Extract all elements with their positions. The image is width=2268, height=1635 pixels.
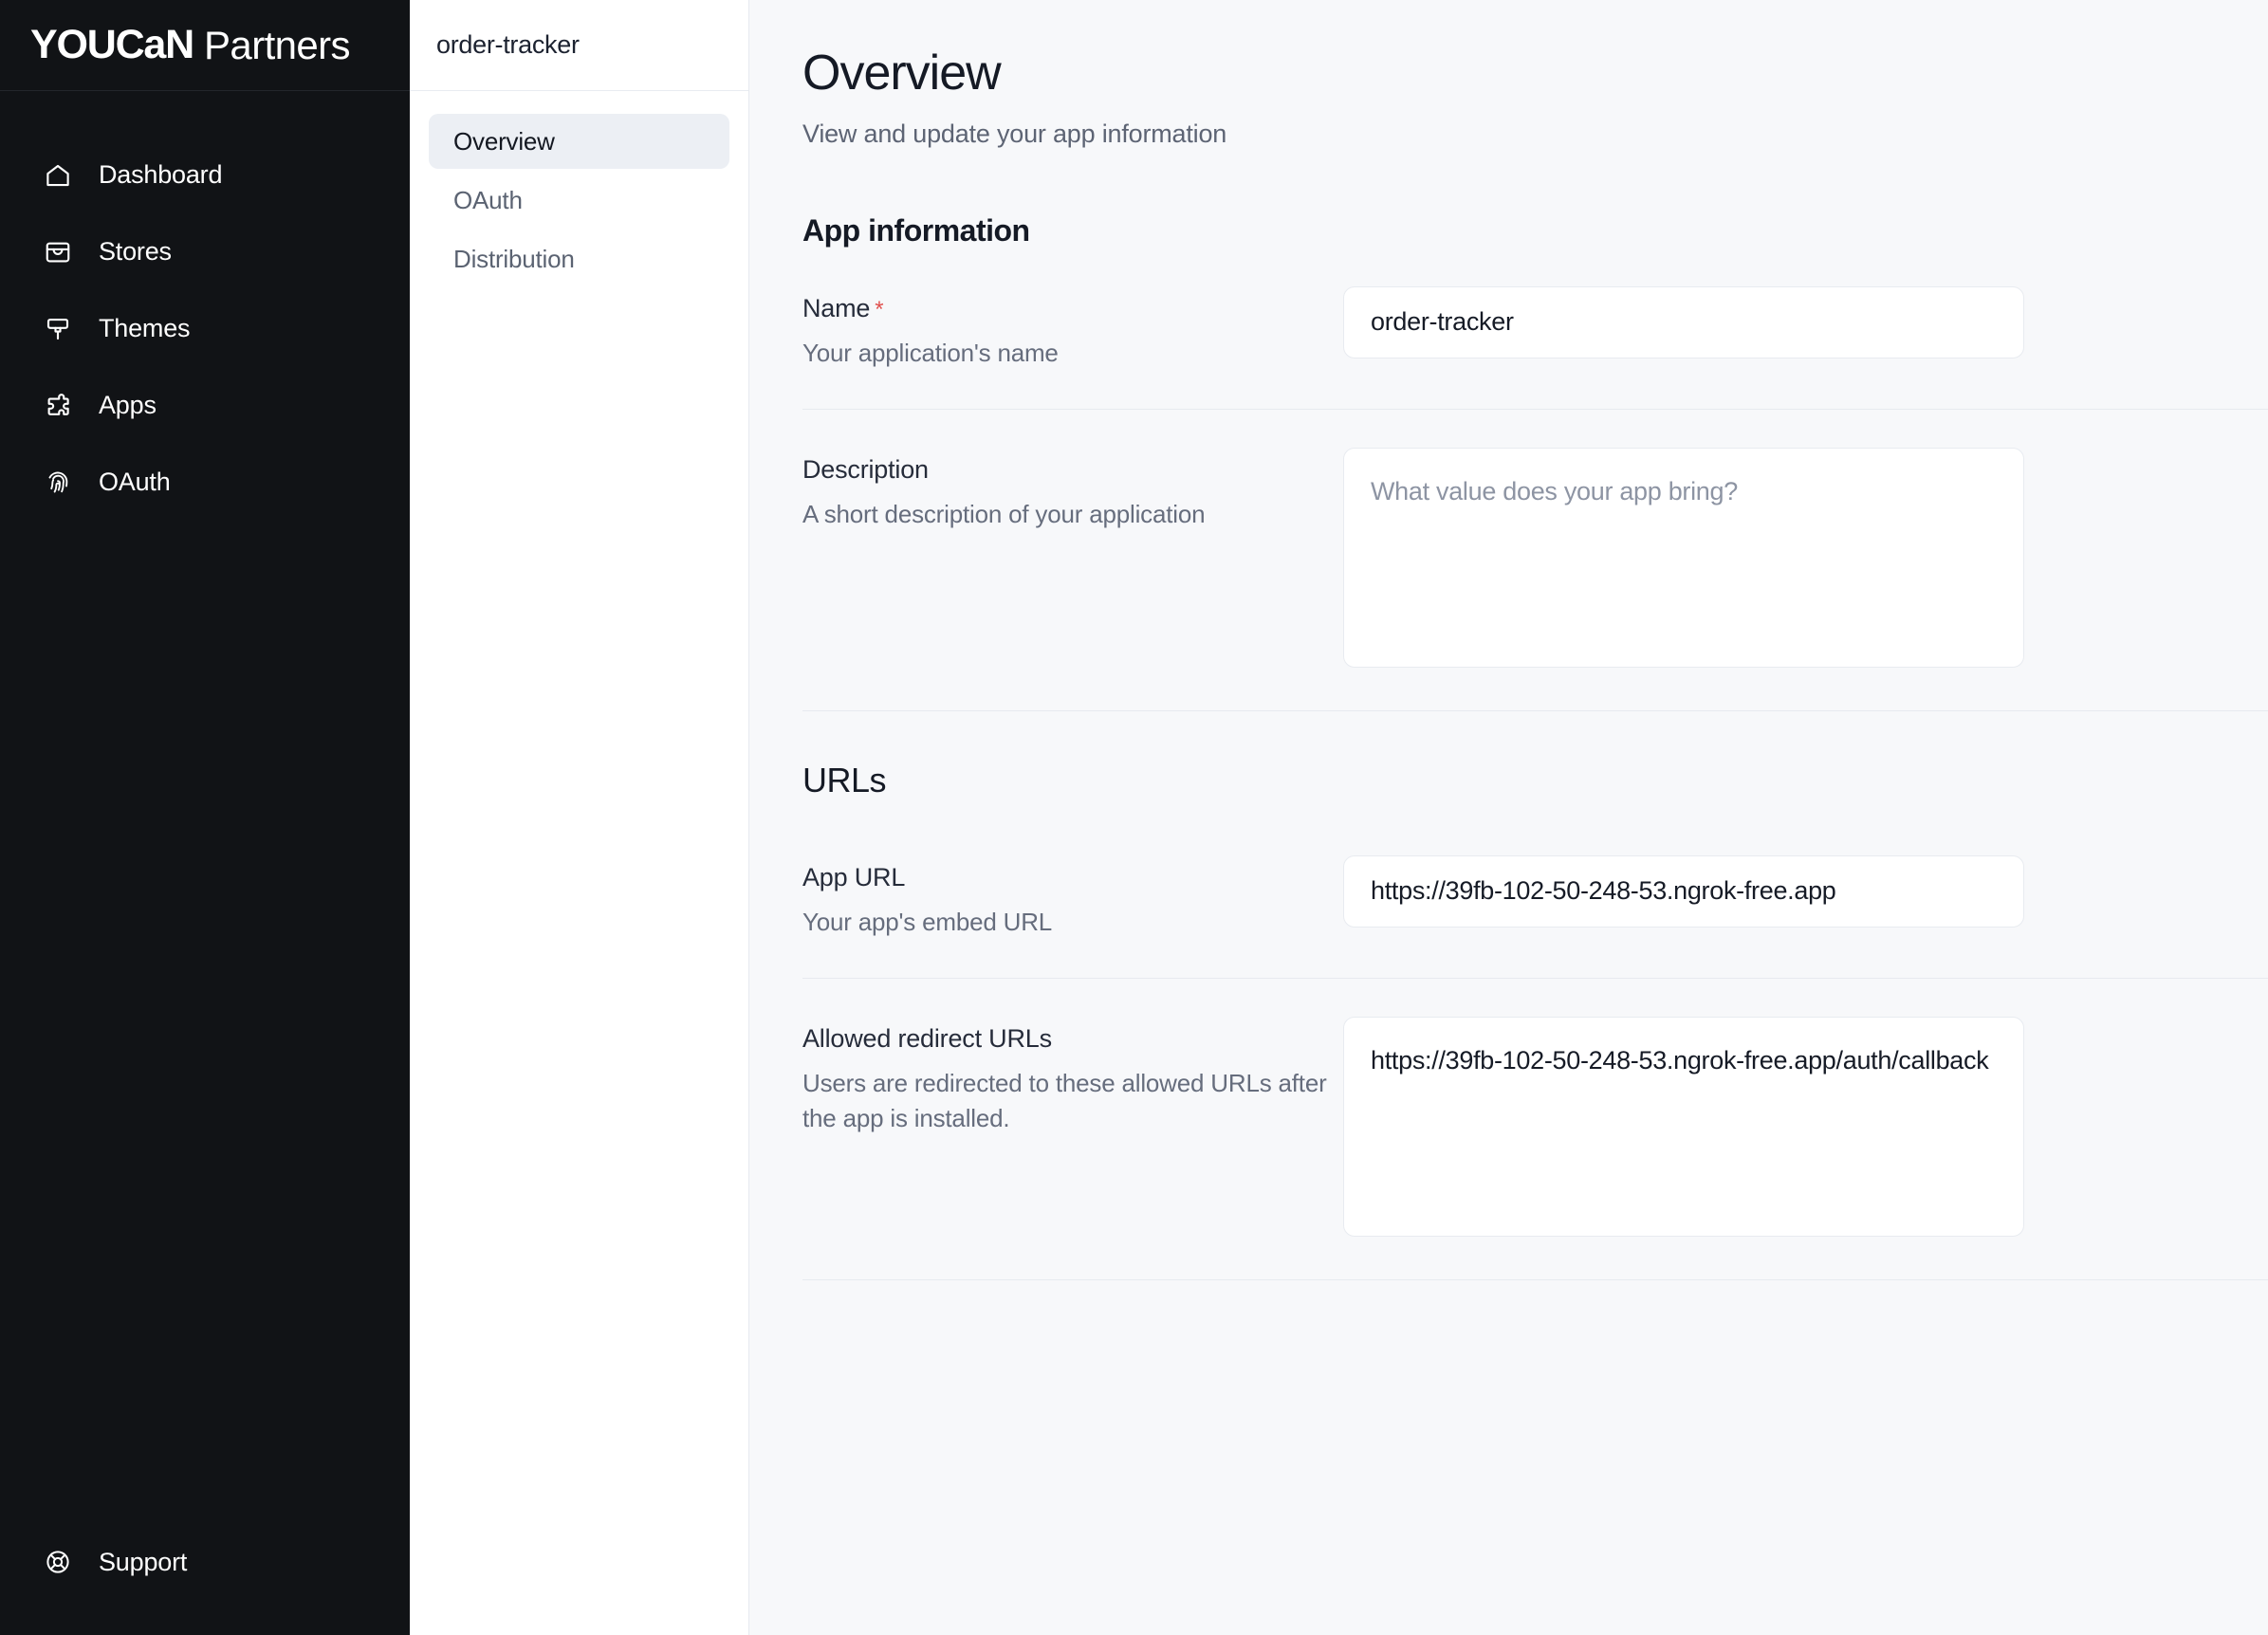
sidebar-footer: Support — [0, 1529, 410, 1635]
app-root: YOUCaN Partners Dashboard Stores Themes … — [0, 0, 2268, 1635]
app-name-title: order-tracker — [436, 30, 580, 59]
field-meta-app-url: App URL Your app's embed URL — [802, 855, 1343, 940]
redirect-urls-textarea[interactable] — [1343, 1016, 2024, 1237]
lifebuoy-icon — [44, 1548, 72, 1576]
sidebar-nav: Dashboard Stores Themes Apps OAuth — [0, 91, 410, 1529]
sidebar-item-label: Apps — [99, 391, 157, 419]
field-meta-name: Name * Your application's name — [802, 286, 1343, 371]
brand-mark-text: YOUCaN — [30, 22, 194, 67]
main-content: Overview View and update your app inform… — [749, 0, 2268, 1635]
page-subtitle: View and update your app information — [802, 119, 1227, 148]
main-inner: Overview View and update your app inform… — [749, 46, 2268, 1280]
name-input[interactable] — [1343, 285, 2024, 358]
subnav-item-label: Distribution — [453, 244, 575, 273]
secondary-sidebar: order-tracker Overview OAuth Distributio… — [410, 0, 749, 1635]
field-hint-redirect-urls: Users are redirected to these allowed UR… — [802, 1068, 1327, 1132]
sidebar-item-label: Dashboard — [99, 160, 223, 189]
primary-sidebar: YOUCaN Partners Dashboard Stores Themes … — [0, 0, 410, 1635]
subnav-item-label: Overview — [453, 126, 555, 156]
field-label-name: Name * — [802, 294, 1343, 323]
brand-sub-text: Partners — [204, 22, 351, 67]
field-label-app-url: App URL — [802, 862, 906, 891]
field-label-description: Description — [802, 454, 929, 484]
field-hint-description: A short description of your application — [802, 499, 1206, 528]
subnav-item-overview[interactable]: Overview — [429, 114, 729, 169]
brand-logo[interactable]: YOUCaN Partners — [0, 0, 410, 91]
sidebar-item-oauth[interactable]: OAuth — [0, 444, 410, 521]
field-label-redirect-urls: Allowed redirect URLs — [802, 1023, 1052, 1053]
urls-heading-wrap: URLs — [802, 761, 2268, 818]
page-title: Overview — [802, 46, 1002, 101]
subnav-item-oauth[interactable]: OAuth — [429, 173, 729, 228]
sidebar-item-apps[interactable]: Apps — [0, 367, 410, 444]
sidebar-item-label: OAuth — [99, 468, 171, 496]
section-heading-app-information: App information — [802, 212, 1030, 248]
field-label-text: Name — [802, 293, 871, 322]
subnav-header: order-tracker — [410, 0, 748, 91]
subnav-list: Overview OAuth Distribution — [410, 91, 748, 286]
field-control-redirect-urls — [1343, 1016, 2024, 1241]
urls-section: URLs App URL Your app's embed URL Allowe — [802, 761, 2268, 1280]
field-meta-redirect-urls: Allowed redirect URLs Users are redirect… — [802, 1017, 1343, 1136]
description-textarea[interactable] — [1343, 447, 2024, 668]
field-row-app-url: App URL Your app's embed URL — [802, 818, 2268, 979]
field-row-name: Name * Your application's name — [802, 248, 2268, 410]
fingerprint-icon — [44, 468, 72, 497]
field-hint-app-url: Your app's embed URL — [802, 907, 1053, 936]
field-row-redirect-urls: Allowed redirect URLs Users are redirect… — [802, 979, 2268, 1280]
sidebar-item-themes[interactable]: Themes — [0, 290, 410, 367]
subnav-item-label: OAuth — [453, 185, 523, 214]
required-asterisk: * — [875, 296, 884, 322]
field-control-app-url — [1343, 854, 2024, 928]
app-url-input[interactable] — [1343, 854, 2024, 928]
home-icon — [44, 161, 72, 190]
sidebar-item-stores[interactable]: Stores — [0, 213, 410, 290]
sidebar-item-dashboard[interactable]: Dashboard — [0, 137, 410, 213]
sidebar-item-label: Stores — [99, 237, 172, 266]
field-hint-name: Your application's name — [802, 338, 1059, 367]
field-meta-description: Description A short description of your … — [802, 448, 1343, 532]
paint-brush-icon — [44, 315, 72, 343]
field-row-description: Description A short description of your … — [802, 410, 2268, 711]
field-control-name — [1343, 285, 2024, 358]
sidebar-item-label: Themes — [99, 314, 191, 342]
storefront-icon — [44, 238, 72, 266]
puzzle-piece-icon — [44, 392, 72, 420]
sidebar-item-label: Support — [99, 1547, 188, 1576]
subnav-item-distribution[interactable]: Distribution — [429, 231, 729, 286]
sidebar-item-support[interactable]: Support — [0, 1529, 410, 1595]
field-control-description — [1343, 447, 2024, 672]
section-heading-urls: URLs — [802, 760, 887, 799]
